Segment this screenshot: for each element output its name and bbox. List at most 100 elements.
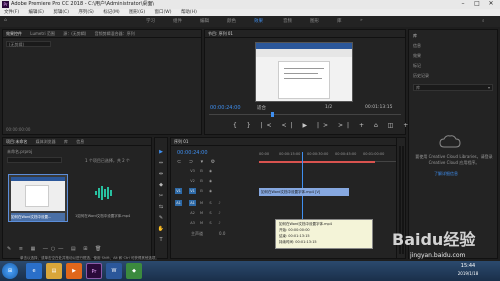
learn-more-link[interactable]: 了解详细信息 — [434, 171, 458, 177]
mute-button[interactable]: M — [198, 210, 205, 216]
menu-item[interactable]: 帮助(H) — [181, 10, 197, 15]
workspace-tab[interactable]: 学习 — [146, 18, 155, 24]
menu-item[interactable]: 标记(M) — [103, 10, 119, 15]
step-back-icon[interactable]: <| — [281, 122, 296, 129]
video-clip[interactable]: 如何在Word文档中设置字体.mp4 [V] — [259, 188, 349, 196]
tab-lumetri-scopes[interactable]: Lumetri 范围 — [30, 31, 55, 36]
home-icon[interactable]: ⌂ — [4, 18, 7, 23]
eye-icon[interactable]: ◉ — [207, 168, 214, 174]
project-item-video[interactable]: 如何在Word文档中设置... — [8, 174, 68, 222]
zoom-slider[interactable]: ―○― — [43, 246, 66, 252]
panel-item[interactable]: 库 — [413, 33, 417, 39]
other-app-icon[interactable]: ◆ — [126, 263, 142, 279]
track-target-button[interactable]: A3 — [189, 220, 196, 226]
step-forward-icon[interactable]: |> — [317, 122, 332, 129]
tab-source[interactable]: 源：(无剪辑) — [63, 31, 86, 36]
project-item-audio[interactable]: 1如何在Word文档中设置字体.mp4 — [75, 174, 135, 222]
panel-item[interactable]: 标记 — [413, 63, 421, 69]
eye-icon[interactable]: ◉ — [207, 178, 214, 184]
solo-button[interactable]: S — [207, 210, 214, 216]
start-button-icon[interactable]: ⊞ — [2, 263, 18, 279]
razor-tool-icon[interactable]: ✂ — [157, 192, 165, 200]
add-marker-icon[interactable]: ▾ — [201, 159, 207, 165]
workspace-tab[interactable]: 编辑 — [200, 18, 209, 24]
solo-button[interactable]: S — [207, 200, 214, 206]
mute-button[interactable]: M — [198, 200, 205, 206]
go-to-out-icon[interactable]: >| — [338, 122, 353, 129]
pencil-icon[interactable]: ✎ — [7, 246, 14, 252]
tab-media-browser[interactable]: 媒体浏览器 — [36, 139, 56, 144]
overflow-icon[interactable]: » — [360, 18, 363, 23]
tab-audio-mixer[interactable]: 音频剪辑混合器：序列 — [95, 31, 135, 36]
maximize-icon[interactable]: □ — [470, 0, 484, 8]
menu-item[interactable]: 剪辑(C) — [53, 10, 69, 15]
clock-date[interactable]: 2019/1/18 — [448, 271, 488, 276]
program-scrubber[interactable] — [209, 114, 401, 115]
sync-lock-icon[interactable]: ⊟ — [198, 168, 205, 174]
minimize-icon[interactable]: – — [456, 0, 470, 8]
timeline-timecode[interactable]: 00:00:24:00 — [177, 150, 208, 156]
snap-icon[interactable]: ⊂ — [177, 159, 184, 165]
microphone-icon[interactable]: ♪ — [216, 210, 223, 216]
close-icon[interactable]: ✕ — [484, 0, 498, 8]
microphone-icon[interactable]: ♪ — [216, 220, 223, 226]
play-icon[interactable]: ▶ — [302, 122, 311, 129]
tab-sequence[interactable]: 序列 01 — [174, 139, 188, 144]
program-timecode[interactable]: 00:00:24:00 — [210, 105, 241, 111]
list-view-icon[interactable]: ≡ — [19, 246, 26, 252]
transport-controls[interactable]: { } |< <| ▶ |> >| + ⌂ ◫ + — [233, 122, 412, 129]
microphone-icon[interactable]: ♪ — [216, 200, 223, 206]
workspace-tab[interactable]: 颜色 — [227, 18, 236, 24]
menu-item[interactable]: 窗口(W) — [155, 10, 172, 15]
project-search-input[interactable] — [7, 157, 62, 163]
media-player-icon[interactable]: ▶ — [66, 263, 82, 279]
menu-item[interactable]: 编辑(E) — [29, 10, 44, 15]
internet-explorer-icon[interactable]: e — [26, 263, 42, 279]
go-to-in-icon[interactable]: |< — [261, 122, 276, 129]
source-patch-a1[interactable]: A1 — [175, 200, 182, 206]
menu-item[interactable]: 图形(G) — [129, 10, 145, 15]
tab-program[interactable]: 节目: 序列 01 — [208, 31, 233, 36]
master-value[interactable]: 0.0 — [219, 231, 225, 236]
ripple-edit-tool-icon[interactable]: ⇹ — [157, 170, 165, 178]
track-target-button[interactable]: V1 — [189, 188, 196, 194]
icon-view-icon[interactable]: ▦ — [31, 246, 39, 252]
menu-item[interactable]: 序列(S) — [78, 10, 93, 15]
mark-out-icon[interactable]: } — [247, 122, 255, 129]
folder-icon[interactable]: ▤ — [71, 246, 79, 252]
trash-icon[interactable]: 🗑 — [95, 246, 104, 252]
tab-effect-controls[interactable]: 效果控件 — [6, 31, 22, 36]
work-area-bar[interactable] — [259, 161, 375, 163]
workspace-tab[interactable]: 库 — [337, 18, 342, 24]
rate-stretch-tool-icon[interactable]: ◆ — [157, 181, 165, 189]
workspace-tab[interactable]: 图形 — [310, 18, 319, 24]
linked-selection-icon[interactable]: ⊃ — [189, 159, 196, 165]
panel-item[interactable]: 历史记录 — [413, 73, 429, 79]
sync-lock-icon[interactable]: ⊟ — [198, 178, 205, 184]
hand-tool-icon[interactable]: ✋ — [157, 225, 165, 233]
source-patch-v1[interactable]: V1 — [175, 188, 182, 194]
menu-item[interactable]: 文件(F) — [4, 10, 19, 15]
panel-item[interactable]: 信息 — [413, 43, 421, 49]
export-frame-icon[interactable]: ◫ — [388, 122, 398, 129]
sync-lock-icon[interactable]: ⊟ — [198, 188, 205, 194]
track-target-button[interactable]: V2 — [189, 178, 196, 184]
tab-libraries[interactable]: 库 — [64, 139, 68, 144]
word-taskbar-icon[interactable]: W — [106, 263, 122, 279]
pen-tool-icon[interactable]: ✎ — [157, 214, 165, 222]
track-target-button[interactable]: A2 — [189, 210, 196, 216]
type-tool-icon[interactable]: T — [157, 236, 165, 244]
file-explorer-icon[interactable]: ▤ — [46, 263, 62, 279]
track-target-button[interactable]: A1 — [189, 200, 196, 206]
tab-info[interactable]: 信息 — [76, 139, 84, 144]
lift-icon[interactable]: ⌂ — [374, 122, 382, 129]
resolution-dropdown[interactable]: 1/2 — [325, 105, 332, 110]
premiere-taskbar-icon[interactable]: Pr — [86, 263, 102, 279]
panel-item[interactable]: 效果 — [413, 53, 421, 59]
clock-time[interactable]: 15:44 — [448, 263, 488, 269]
slip-tool-icon[interactable]: ⇆ — [157, 203, 165, 211]
library-select[interactable]: 库 ▾ — [413, 84, 493, 91]
eye-icon[interactable]: ◉ — [207, 188, 214, 194]
mark-in-icon[interactable]: { — [233, 122, 241, 129]
new-item-icon[interactable]: ⊞ — [83, 246, 90, 252]
